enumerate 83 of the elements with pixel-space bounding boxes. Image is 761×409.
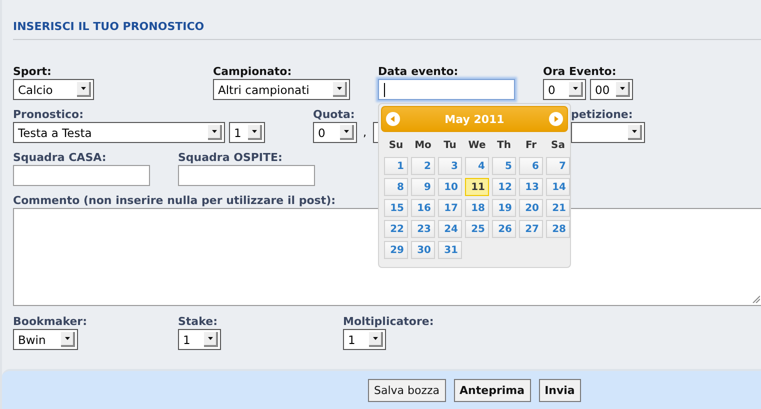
day-cell[interactable]: 23: [411, 220, 435, 238]
dropdown-arrow-icon: [80, 87, 86, 90]
dropdown[interactable]: [571, 122, 645, 143]
field-label: Bookmaker:: [13, 315, 88, 328]
dropdown[interactable]: Altri campionati: [213, 79, 350, 100]
day-cell[interactable]: 9: [411, 178, 435, 196]
day-cell[interactable]: 3: [438, 157, 462, 175]
day-cell[interactable]: 29: [384, 241, 408, 259]
dropdown-arrow-icon: [344, 130, 348, 133]
weekday-label: We: [467, 138, 487, 152]
dropdown[interactable]: 1: [178, 329, 221, 350]
day-cell[interactable]: 31: [438, 241, 462, 259]
day-cell[interactable]: 14: [546, 178, 570, 196]
weekday-label: Su: [388, 138, 404, 152]
dropdown[interactable]: Testa a Testa: [13, 122, 225, 143]
day-cell[interactable]: 1: [384, 157, 408, 175]
text-field[interactable]: [178, 165, 315, 186]
field-label: Squadra OSPITE:: [178, 151, 282, 164]
dropdown-arrow-icon: [572, 87, 578, 90]
text-field[interactable]: [13, 165, 150, 186]
dropdown[interactable]: 0: [543, 79, 586, 100]
dropdown[interactable]: 0: [313, 122, 357, 143]
field-label: Moltiplicatore:: [343, 315, 434, 328]
field-label: Pronostico:: [13, 108, 84, 121]
dropdown[interactable]: Calcio: [13, 79, 94, 100]
day-cell[interactable]: 8: [384, 178, 408, 196]
form-button[interactable]: Anteprima: [454, 378, 531, 402]
dropdown[interactable]: 00: [590, 79, 633, 100]
dropdown-arrow-icon: [212, 130, 216, 133]
weekday-label: Fr: [524, 138, 538, 152]
dropdown-arrow-icon: [64, 337, 70, 340]
dropdown-arrow-icon: [336, 87, 342, 90]
day-cell[interactable]: 7: [546, 157, 570, 175]
day-cell[interactable]: 5: [492, 157, 516, 175]
resize-grip-icon: [752, 295, 760, 303]
day-cell[interactable]: 20: [519, 199, 543, 217]
dropdown-arrow-icon: [372, 337, 378, 340]
day-cell[interactable]: 22: [384, 220, 408, 238]
day-cell[interactable]: 15: [384, 199, 408, 217]
day-cell[interactable]: 30: [411, 241, 435, 259]
day-cell[interactable]: 6: [519, 157, 543, 175]
day-cell[interactable]: 4: [465, 157, 489, 175]
field-label: Squadra CASA:: [13, 151, 106, 164]
weekday-label: Th: [496, 138, 512, 152]
field-label: Campionato:: [213, 65, 292, 78]
field-label: Commento (non inserire nulla per utilizzare il post):: [13, 194, 336, 207]
day-cell[interactable]: 16: [411, 199, 435, 217]
day-cell[interactable]: 25: [465, 220, 489, 238]
day-cell[interactable]: 21: [546, 199, 570, 217]
day-cell[interactable]: 24: [438, 220, 462, 238]
dropdown-arrow-icon: [208, 337, 212, 340]
dropdown-arrow-icon: [632, 130, 636, 133]
day-cell[interactable]: 11: [465, 178, 489, 196]
dropdown[interactable]: 1: [229, 122, 265, 143]
field-label: Sport:: [13, 65, 52, 78]
day-cell[interactable]: 17: [438, 199, 462, 217]
field-label: petizione:: [571, 108, 633, 121]
day-cell[interactable]: 2: [411, 157, 435, 175]
dropdown-arrow-icon: [620, 87, 624, 90]
field-label: Data evento:: [378, 65, 458, 78]
day-cell[interactable]: 28: [546, 220, 570, 238]
weekday-label: Tu: [442, 138, 458, 152]
field-label: Stake:: [178, 315, 218, 328]
dropdown[interactable]: 1: [343, 329, 386, 350]
date-field[interactable]: [378, 79, 515, 100]
day-cell[interactable]: 26: [492, 220, 516, 238]
month-title: May 2011: [444, 112, 504, 126]
day-cell[interactable]: 12: [492, 178, 516, 196]
weekday-label: Mo: [414, 138, 432, 152]
field-label: Ora Evento:: [543, 65, 616, 78]
day-cell[interactable]: 10: [438, 178, 462, 196]
form-button[interactable]: Invia: [538, 378, 581, 402]
field-label: Quota:: [313, 108, 355, 121]
form-button[interactable]: Salva bozza: [368, 378, 446, 402]
separator-text: ,: [362, 125, 368, 141]
day-cell[interactable]: 19: [492, 199, 516, 217]
day-cell[interactable]: 13: [519, 178, 543, 196]
weekday-label: Sa: [550, 138, 566, 152]
day-cell[interactable]: 18: [465, 199, 489, 217]
day-cell[interactable]: 27: [519, 220, 543, 238]
dropdown[interactable]: Bwin: [13, 329, 78, 350]
section-title: INSERISCI IL TUO PRONOSTICO: [13, 20, 206, 34]
dropdown-arrow-icon: [252, 130, 256, 133]
